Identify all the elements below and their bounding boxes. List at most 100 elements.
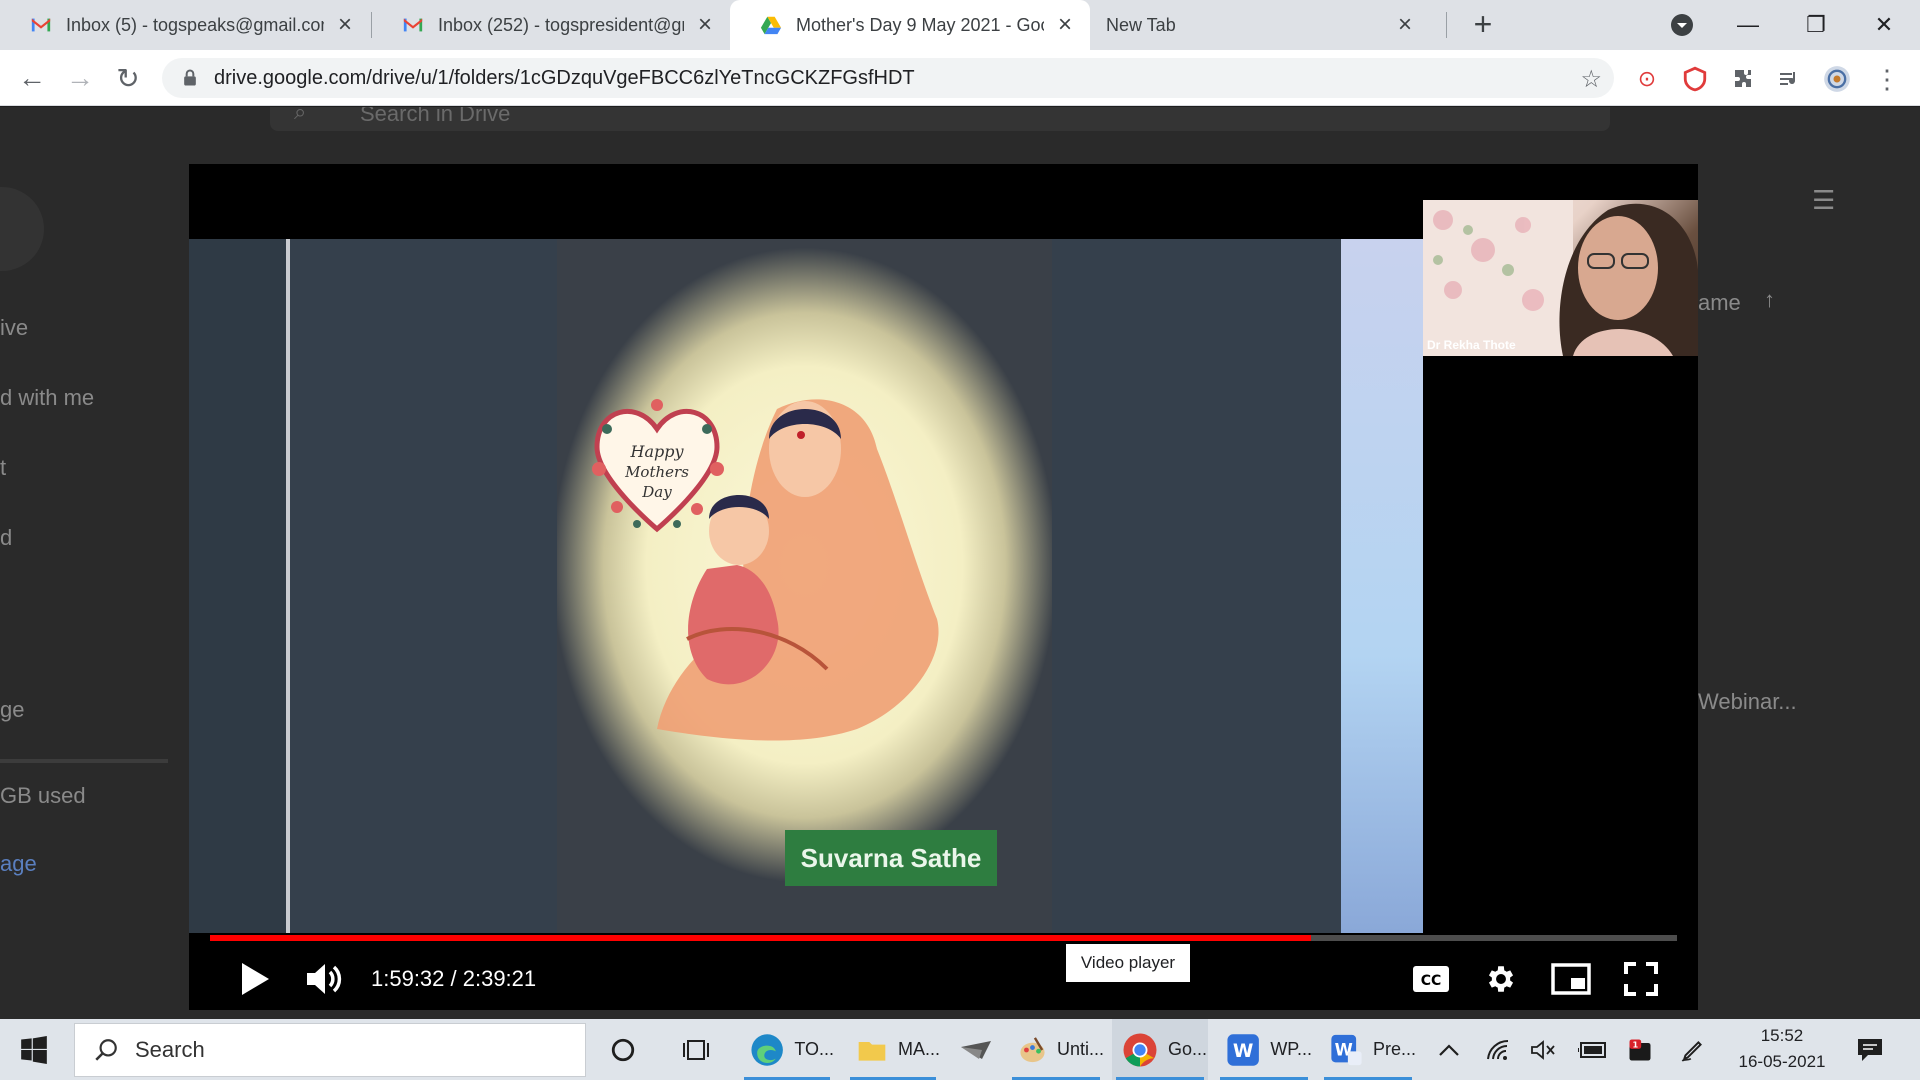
tab-search-button[interactable]: [1648, 0, 1716, 50]
list-view-icon: ☰: [1812, 185, 1836, 215]
shield-icon[interactable]: [1680, 64, 1710, 94]
tab-gmail-togspeaks[interactable]: Inbox (5) - togspeaks@gmail.com ×: [0, 0, 370, 50]
play-button[interactable]: [227, 954, 283, 1004]
gmail-icon: [403, 18, 423, 32]
media-control-icon[interactable]: [1774, 64, 1804, 94]
menu-kebab-icon[interactable]: ⋮: [1872, 64, 1902, 94]
sort-name-label: ame: [1698, 290, 1741, 315]
tab-title: Inbox (5) - togspeaks@gmail.com: [66, 14, 324, 35]
svg-text:CC: CC: [1421, 973, 1442, 989]
presenter-camera: Dr Rekha Thote: [1423, 200, 1698, 356]
word-icon: W: [1227, 1033, 1259, 1066]
mothers-day-card: Happy Mothers Day: [557, 239, 1052, 933]
svg-text:Day: Day: [641, 483, 672, 501]
tab-gmail-togspresident[interactable]: Inbox (252) - togspresident@gmail.com ×: [372, 0, 730, 50]
taskbar-app-pinned[interactable]: [948, 1019, 1004, 1080]
bookmark-star-icon[interactable]: ☆: [1580, 65, 1602, 94]
app-icon: [961, 1040, 991, 1059]
mute-button[interactable]: [297, 954, 353, 1004]
miniplayer-button[interactable]: [1546, 954, 1596, 1004]
word-doc-icon: W: [1331, 1034, 1362, 1065]
tab-separator: [1446, 12, 1447, 38]
nav-recent: t: [0, 455, 7, 480]
cc-icon: CC: [1413, 966, 1449, 992]
minimize-button[interactable]: —: [1714, 0, 1782, 50]
nav-starred: d: [0, 525, 13, 550]
antivirus-tray-button[interactable]: 1: [1626, 1019, 1654, 1080]
presenter-video: [1423, 200, 1698, 356]
taskbar-search-label: Search: [135, 1037, 205, 1062]
close-tab-icon[interactable]: ×: [1394, 13, 1416, 37]
gmail-icon: [31, 18, 51, 32]
close-window-button[interactable]: ✕: [1850, 0, 1918, 50]
profile-avatar[interactable]: [1822, 64, 1852, 94]
restore-button[interactable]: ❐: [1782, 0, 1850, 50]
drive-search-box: ⌕ Search in Drive: [270, 107, 1610, 131]
speaker-caption: Suvarna Sathe: [785, 830, 997, 886]
reload-button[interactable]: ↻: [110, 60, 146, 96]
cortana-circle-icon: [611, 1038, 635, 1061]
extension-lock-icon[interactable]: ⊙: [1632, 64, 1662, 94]
paint-icon: [1020, 1036, 1045, 1062]
taskbar-app-wps[interactable]: W WP...: [1216, 1019, 1312, 1080]
tab-strip: Inbox (5) - togspeaks@gmail.com × Inbox …: [0, 0, 1920, 50]
mother-child-illustration: Happy Mothers Day: [592, 399, 939, 741]
gear-icon: [1488, 966, 1514, 992]
video-frame-left: [189, 239, 290, 933]
taskbar-app-presentation[interactable]: W Pre...: [1320, 1019, 1416, 1080]
pen-workspace-button[interactable]: [1680, 1019, 1706, 1080]
presenter-name: Dr Rekha Thote: [1427, 338, 1516, 352]
miniplayer-icon: [1551, 963, 1591, 995]
taskbar-app-paint[interactable]: Unti...: [1008, 1019, 1104, 1080]
taskbar-clock[interactable]: 15:52 16-05-2021: [1722, 1023, 1842, 1075]
edge-icon: [751, 1033, 783, 1066]
captions-button[interactable]: CC: [1406, 954, 1456, 1004]
app-label: Unti...: [1056, 1039, 1104, 1059]
notification-icon: [1858, 1038, 1882, 1061]
puzzle-icon[interactable]: [1728, 64, 1758, 94]
svg-text:1: 1: [1632, 1039, 1638, 1049]
windows-start-button[interactable]: [20, 1019, 48, 1080]
volume-button[interactable]: [1530, 1019, 1556, 1080]
svg-text:Mothers: Mothers: [624, 463, 689, 481]
volume-muted-icon: [1531, 1039, 1555, 1060]
battery-button[interactable]: [1578, 1019, 1608, 1080]
tab-title: Inbox (252) - togspresident@gmail.com: [438, 14, 684, 35]
battery-icon: [1578, 1041, 1606, 1058]
tab-title: New Tab: [1106, 14, 1176, 35]
lock-icon: [184, 69, 196, 86]
search-icon: ⌕: [294, 107, 307, 124]
new-tab-button[interactable]: +: [1466, 8, 1500, 42]
pen-icon: [1681, 1040, 1702, 1062]
close-tab-icon[interactable]: ×: [694, 13, 716, 37]
taskbar-app-explorer[interactable]: MA...: [846, 1019, 940, 1080]
chrome-icon: [1123, 1033, 1157, 1066]
cortana-button[interactable]: [610, 1019, 636, 1080]
forward-button[interactable]: →: [62, 60, 98, 96]
svg-text:W: W: [1233, 1041, 1254, 1062]
notifications-button[interactable]: [1856, 1019, 1884, 1080]
time-display: 1:59:32 / 2:39:21: [371, 966, 537, 991]
file-name: Webinar...: [1698, 689, 1797, 714]
settings-button[interactable]: [1476, 954, 1526, 1004]
storage-bar: [0, 759, 168, 763]
fullscreen-button[interactable]: [1616, 954, 1666, 1004]
clock-time: 15:52: [1760, 1026, 1804, 1045]
task-view-button[interactable]: [682, 1019, 710, 1080]
show-hidden-icons-button[interactable]: [1438, 1019, 1460, 1080]
nav-shared-with-me: d with me: [0, 385, 95, 410]
taskbar-app-edge[interactable]: TO...: [740, 1019, 834, 1080]
taskbar-app-chrome[interactable]: Go...: [1112, 1019, 1208, 1080]
windows-taskbar: Search TO... MA... Unti... Go... W WP...…: [0, 1019, 1920, 1080]
tab-new-tab[interactable]: New Tab ×: [1090, 0, 1430, 50]
close-tab-icon[interactable]: ×: [334, 13, 356, 37]
address-bar[interactable]: drive.google.com/drive/u/1/folders/1cGDz…: [162, 58, 1614, 98]
close-tab-icon[interactable]: ×: [1054, 13, 1076, 37]
video-player[interactable]: Happy Mothers Day Suvarna Sathe Dr Rekha…: [189, 164, 1698, 1010]
taskbar-search-box[interactable]: Search: [74, 1023, 586, 1077]
back-button[interactable]: ←: [14, 60, 50, 96]
chevron-down-circle-icon: [1671, 14, 1693, 36]
tab-google-drive[interactable]: Mother's Day 9 May 2021 - Google Drive ×: [730, 0, 1090, 50]
progress-bar[interactable]: [210, 935, 1677, 941]
wifi-button[interactable]: [1486, 1019, 1512, 1080]
